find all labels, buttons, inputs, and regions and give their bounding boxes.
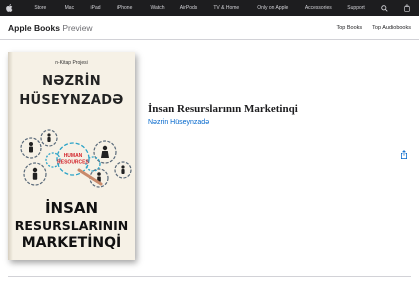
top-audiobooks-link[interactable]: Top Audiobooks bbox=[372, 25, 411, 31]
nav-airpods[interactable]: AirPods bbox=[173, 0, 204, 16]
brand-label: Apple Books bbox=[8, 22, 60, 33]
bag-button[interactable] bbox=[396, 0, 419, 16]
nav-only-on-apple[interactable]: Only on Apple bbox=[249, 0, 297, 16]
top-books-link[interactable]: Top Books bbox=[336, 25, 362, 31]
global-nav: Store Mac iPad iPhone Watch AirPods TV &… bbox=[0, 0, 419, 16]
cover-title-line2: RESURSLARININ bbox=[14, 218, 129, 233]
nav-store[interactable]: Store bbox=[26, 0, 55, 16]
book-cover: n-Kitap Projesi NƏZRİN HÜSEYNZADƏ HUMAN … bbox=[8, 52, 135, 260]
cover-illustration: HUMAN RESOURCES bbox=[20, 129, 132, 188]
badge-line2: RESOURCES bbox=[57, 160, 89, 166]
apple-logo-icon[interactable] bbox=[6, 4, 13, 12]
nav-tv-home[interactable]: TV & Home bbox=[204, 0, 249, 16]
nav-accessories[interactable]: Accessories bbox=[297, 0, 340, 16]
nav-mac[interactable]: Mac bbox=[55, 0, 84, 16]
preview-label: Preview bbox=[62, 22, 93, 33]
page-title[interactable]: Apple Books Preview bbox=[8, 23, 93, 33]
main-content: n-Kitap Projesi NƏZRİN HÜSEYNZADƏ HUMAN … bbox=[0, 40, 419, 280]
footer-divider bbox=[8, 276, 411, 277]
cover-series: n-Kitap Projesi bbox=[55, 60, 88, 66]
search-icon bbox=[380, 4, 388, 12]
cover-author-last: HÜSEYNZADƏ bbox=[19, 93, 124, 108]
nav-support[interactable]: Support bbox=[340, 0, 373, 16]
cover-title-line1: İNSAN bbox=[44, 199, 99, 217]
nav-ipad[interactable]: iPad bbox=[84, 0, 107, 16]
badge-line1: HUMAN bbox=[64, 153, 83, 159]
cover-author-first: NƏZRİN bbox=[42, 74, 101, 89]
nav-watch[interactable]: Watch bbox=[142, 0, 173, 16]
cover-title-line3: MARKETİNQİ bbox=[21, 235, 122, 251]
local-nav: Apple Books Preview Top Books Top Audiob… bbox=[0, 16, 419, 40]
book-author-link[interactable]: Nəzrin Hüseynzadə bbox=[148, 119, 209, 126]
nav-iphone[interactable]: iPhone bbox=[107, 0, 142, 16]
share-icon[interactable] bbox=[400, 150, 408, 159]
book-title: İnsan Resurslarının Marketinqi bbox=[148, 103, 298, 115]
bag-icon bbox=[404, 4, 411, 12]
search-button[interactable] bbox=[373, 0, 396, 16]
